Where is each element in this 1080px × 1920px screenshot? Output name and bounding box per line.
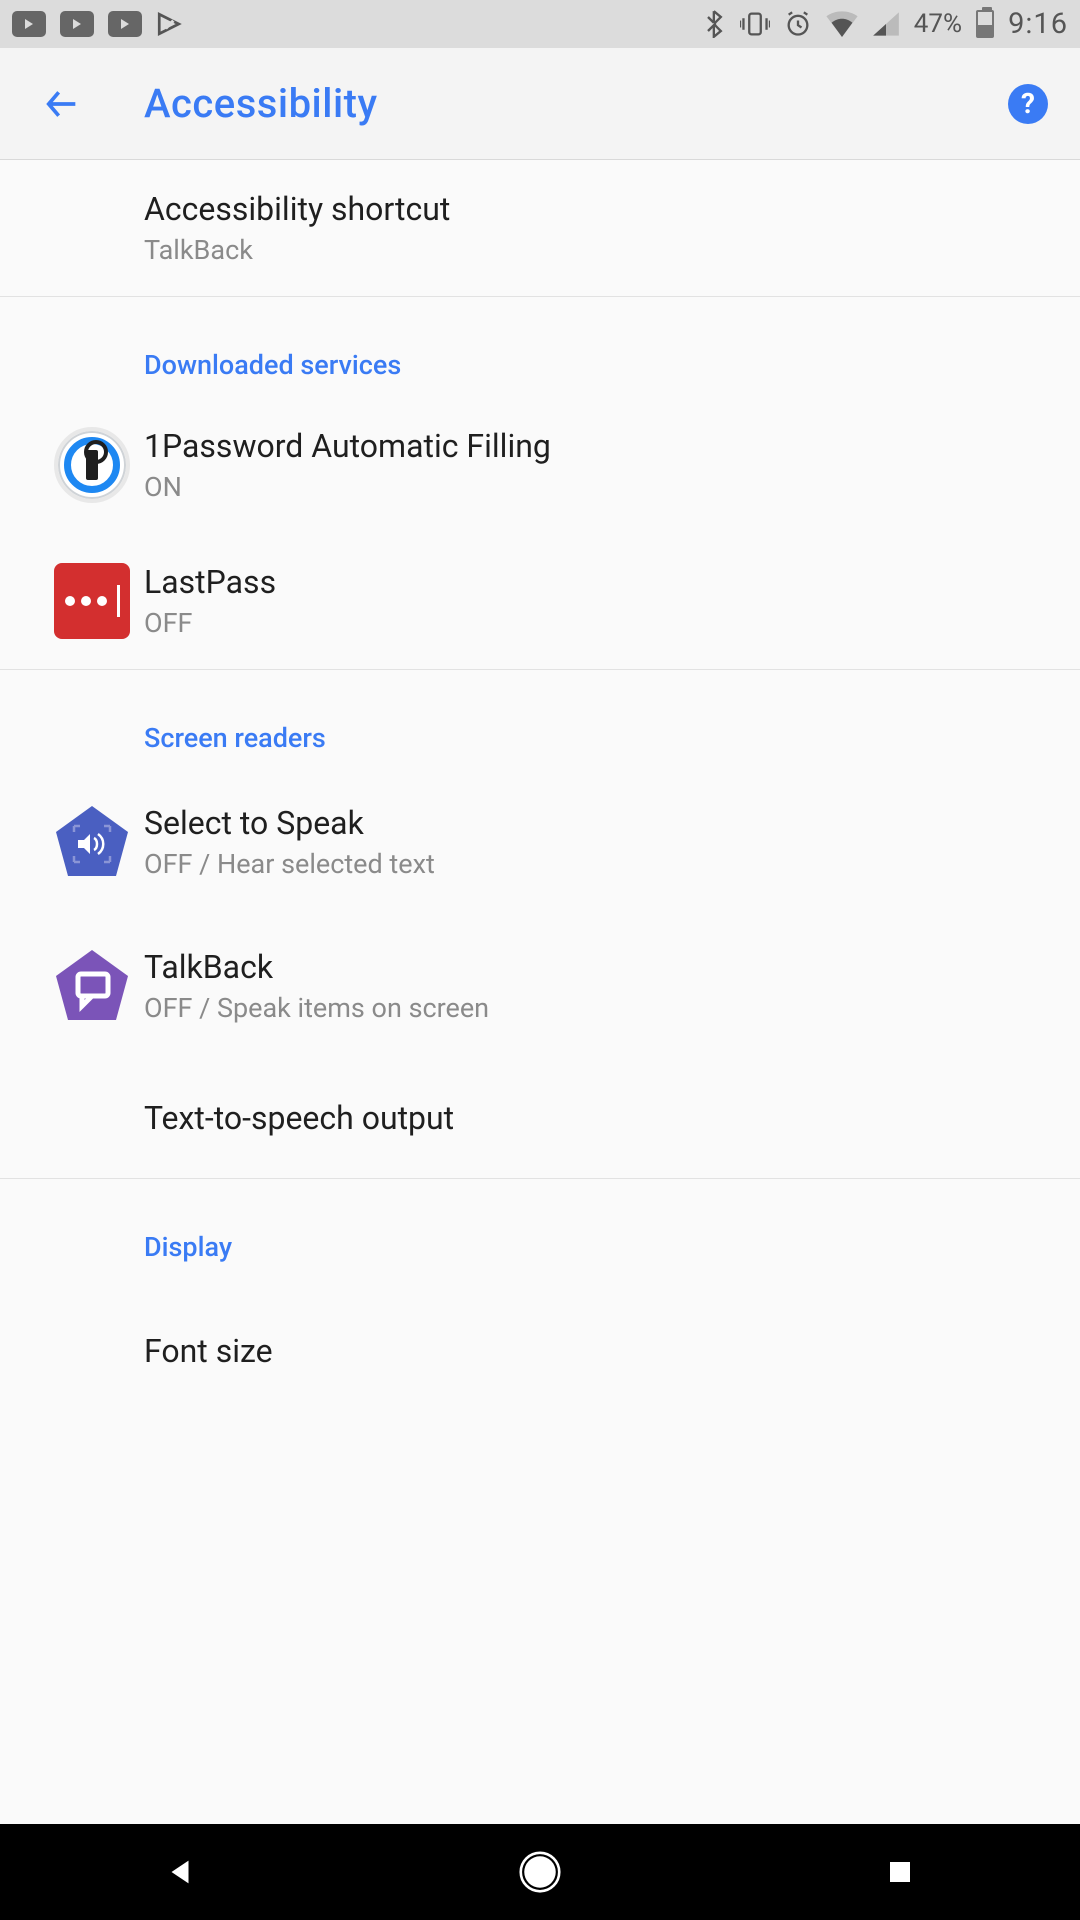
row-subtitle: OFF / Speak items on screen bbox=[144, 992, 489, 1024]
circle-home-icon bbox=[519, 1851, 561, 1893]
section-header-screen-readers: Screen readers bbox=[0, 670, 1080, 770]
row-title: TalkBack bbox=[144, 948, 489, 986]
youtube-notification-icon bbox=[108, 11, 142, 37]
play-store-notification-icon bbox=[156, 11, 182, 37]
section-header-downloaded: Downloaded services bbox=[0, 297, 1080, 397]
battery-icon bbox=[976, 10, 994, 38]
triangle-back-icon bbox=[163, 1855, 197, 1889]
settings-list[interactable]: Accessibility shortcut TalkBack Download… bbox=[0, 160, 1080, 1824]
wifi-icon bbox=[826, 11, 858, 37]
cellular-signal-icon bbox=[872, 11, 900, 37]
select-to-speak-icon bbox=[50, 800, 134, 884]
talkback-row[interactable]: TalkBack OFF / Speak items on screen bbox=[0, 914, 1080, 1058]
clock: 9:16 bbox=[1008, 7, 1068, 41]
bluetooth-icon bbox=[704, 10, 726, 38]
status-bar: 47% 9:16 bbox=[0, 0, 1080, 48]
help-icon: ? bbox=[1021, 87, 1035, 120]
row-title: Text-to-speech output bbox=[144, 1099, 454, 1137]
service-lastpass-row[interactable]: LastPass OFF bbox=[0, 533, 1080, 669]
row-subtitle: ON bbox=[144, 471, 551, 503]
section-header-display: Display bbox=[0, 1179, 1080, 1279]
accessibility-shortcut-row[interactable]: Accessibility shortcut TalkBack bbox=[0, 160, 1080, 296]
row-title: Select to Speak bbox=[144, 804, 435, 842]
row-title: Accessibility shortcut bbox=[144, 190, 450, 228]
lastpass-icon bbox=[54, 563, 130, 639]
status-indicators: 47% 9:16 bbox=[704, 7, 1068, 41]
status-notifications bbox=[12, 11, 182, 37]
navigation-bar bbox=[0, 1824, 1080, 1920]
row-title: LastPass bbox=[144, 563, 276, 601]
row-subtitle: OFF / Hear selected text bbox=[144, 848, 435, 880]
square-recent-icon bbox=[885, 1857, 915, 1887]
help-button[interactable]: ? bbox=[1008, 84, 1048, 124]
nav-back-button[interactable] bbox=[120, 1842, 240, 1902]
talkback-icon bbox=[50, 944, 134, 1028]
vibrate-icon bbox=[740, 10, 770, 38]
font-size-row[interactable]: Font size bbox=[0, 1279, 1080, 1399]
back-button[interactable] bbox=[32, 74, 92, 134]
nav-recent-button[interactable] bbox=[840, 1842, 960, 1902]
youtube-notification-icon bbox=[60, 11, 94, 37]
select-to-speak-row[interactable]: Select to Speak OFF / Hear selected text bbox=[0, 770, 1080, 914]
row-title: 1Password Automatic Filling bbox=[144, 427, 551, 465]
arrow-left-icon bbox=[42, 84, 82, 124]
service-1password-row[interactable]: 1Password Automatic Filling ON bbox=[0, 397, 1080, 533]
tts-output-row[interactable]: Text-to-speech output bbox=[0, 1058, 1080, 1178]
battery-percentage: 47% bbox=[914, 9, 962, 39]
row-title: Font size bbox=[144, 1332, 273, 1370]
row-subtitle: OFF bbox=[144, 607, 276, 639]
1password-icon bbox=[54, 427, 130, 503]
nav-home-button[interactable] bbox=[480, 1842, 600, 1902]
page-title: Accessibility bbox=[144, 80, 378, 127]
row-subtitle: TalkBack bbox=[144, 234, 450, 266]
youtube-notification-icon bbox=[12, 11, 46, 37]
alarm-icon bbox=[784, 10, 812, 38]
app-bar: Accessibility ? bbox=[0, 48, 1080, 160]
